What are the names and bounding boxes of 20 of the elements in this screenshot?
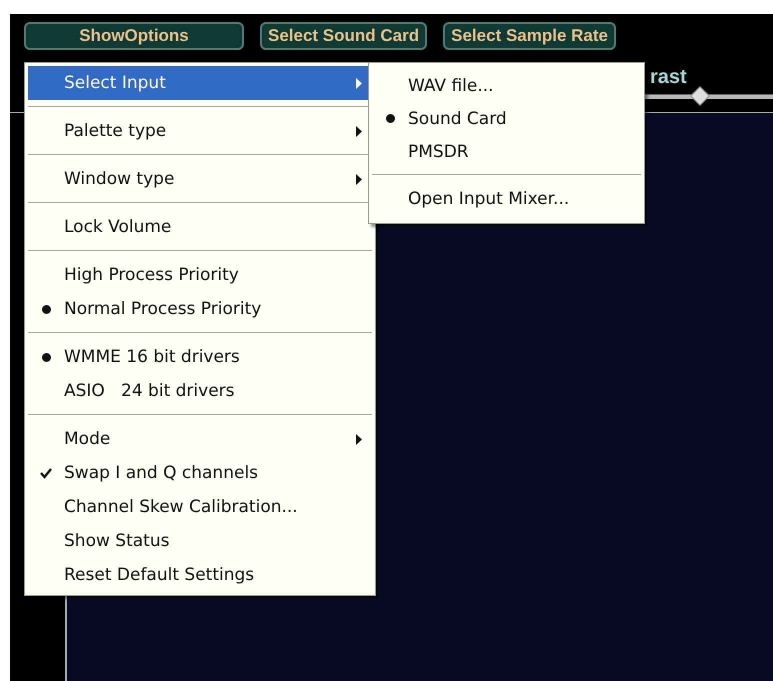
menu-item[interactable]: Normal Process Priority xyxy=(28,292,372,326)
menu-item[interactable]: WAV file... xyxy=(372,69,641,102)
menu-item[interactable]: WMME 16 bit drivers xyxy=(28,340,372,374)
menu-item[interactable]: High Process Priority xyxy=(28,258,372,292)
contrast-label: rast xyxy=(650,66,687,89)
menu-item[interactable]: Show Status xyxy=(28,524,372,558)
menu-item[interactable]: Lock Volume xyxy=(28,210,372,244)
menu-item[interactable]: ASIO 24 bit drivers xyxy=(28,374,372,408)
menu-item[interactable]: Mode xyxy=(28,422,372,456)
toolbar-button[interactable]: Select Sound Card xyxy=(260,22,428,50)
menu-item[interactable]: Open Input Mixer... xyxy=(372,182,641,215)
toolbar-button[interactable]: ShowOptions xyxy=(24,22,244,50)
menu-item[interactable]: Palette type xyxy=(28,114,372,148)
menu-item[interactable]: Swap I and Q channels xyxy=(28,456,372,490)
menu-item[interactable]: Sound Card xyxy=(372,102,641,135)
menu-item[interactable]: Window type xyxy=(28,162,372,196)
menu-item[interactable]: Reset Default Settings xyxy=(28,558,372,592)
menu-item[interactable]: Channel Skew Calibration... xyxy=(28,490,372,524)
menu-item[interactable]: PMSDR xyxy=(372,135,641,168)
toolbar-button[interactable]: Select Sample Rate xyxy=(443,22,616,50)
